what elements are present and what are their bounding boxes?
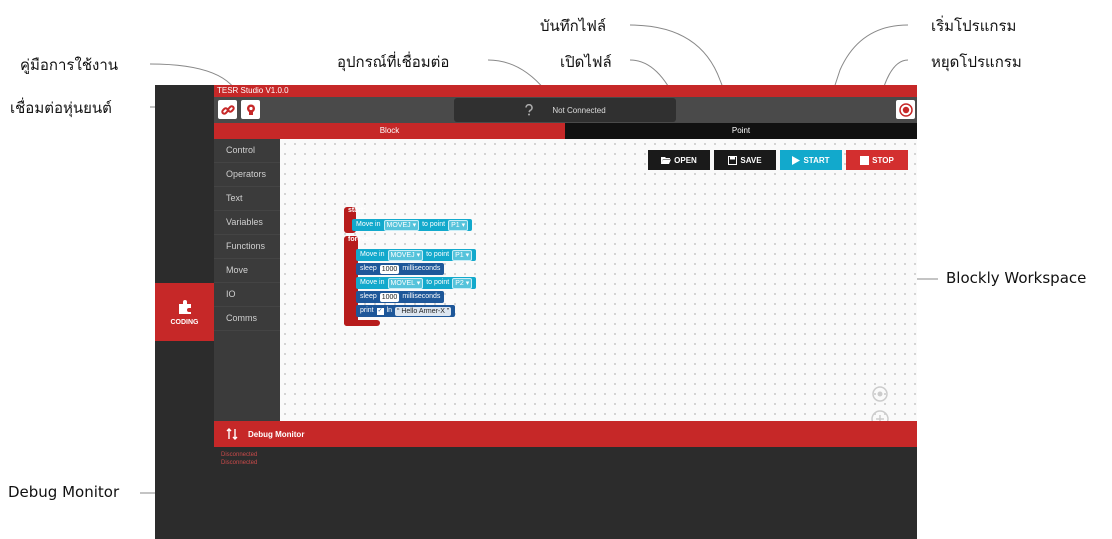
record-icon [898,102,913,117]
app-title: TESR Studio V1.0.0 [214,85,917,97]
annotation-connect-robot: เชื่อมต่อหุ่นยนต์ [10,99,112,117]
top-toolbar: Not Connected [214,97,917,123]
coding-tab[interactable]: CODING [155,283,214,341]
start-button[interactable]: START [780,150,842,170]
annotation-blockly-workspace: Blockly Workspace [946,269,1087,287]
move-type-dropdown[interactable]: MOVEJ ▾ [387,249,424,261]
blockly-workspace[interactable]: OPEN SAVE START STOP start: Move in MOVE… [280,139,917,423]
move-type-dropdown[interactable]: MOVEJ ▾ [383,219,420,231]
puzzle-icon [178,299,191,314]
annotation-stop-program: หยุดโปรแกรม [931,53,1022,71]
forever-block-label: forever: [348,236,375,243]
forever-block-footer [344,320,380,326]
toolbox-io[interactable]: IO [214,283,280,307]
toolbox-move[interactable]: Move [214,259,280,283]
editor-tabs: Block Point [214,123,917,139]
toolbox-comms[interactable]: Comms [214,307,280,331]
move-type-dropdown[interactable]: MOVEL ▾ [387,277,424,289]
toolbox-operators[interactable]: Operators [214,163,280,187]
print-text-value[interactable]: “ Hello Armer-X ” [395,306,452,316]
link-icon [220,104,235,115]
checkbox-icon[interactable]: ✓ [376,307,384,315]
move-block-2[interactable]: Move in MOVEJ ▾ to point P1 ▾ [356,249,477,261]
start-block-label: start: [348,207,366,214]
connected-device-display: Not Connected [454,98,676,122]
recenter-icon[interactable] [870,384,890,404]
tab-point[interactable]: Point [565,123,917,139]
annotation-save-file: บันทึกไฟล์ [540,17,607,35]
sleep-block-2[interactable]: sleep 1000 milliseconds [356,291,445,303]
point-dropdown[interactable]: P2 ▾ [452,277,473,289]
manual-button[interactable] [241,100,260,119]
left-sidebar: CODING [155,85,214,539]
annotation-debug-monitor: Debug Monitor [8,483,120,501]
toolbox-functions[interactable]: Functions [214,235,280,259]
app-window: CODING TESR Studio V1.0.0 Not Connected … [155,85,917,539]
stop-button[interactable]: STOP [846,150,908,170]
stop-icon [860,155,870,165]
play-icon [792,155,801,165]
point-dropdown[interactable]: P1 ▾ [448,219,469,231]
sleep-value[interactable]: 1000 [379,292,400,302]
debug-line: Disconnected [221,460,258,466]
blockly-toolbox: Control Operators Text Variables Functio… [214,139,280,421]
sleep-block-1[interactable]: sleep 1000 milliseconds [356,263,445,275]
connect-robot-button[interactable] [218,100,237,119]
connection-status: Not Connected [552,105,606,115]
annotation-start-program: เริ่มโปรแกรม [931,17,1017,35]
print-block[interactable]: print ✓ ln “ Hello Armer-X ” [356,305,456,317]
debug-monitor-header[interactable]: Debug Monitor [214,421,917,447]
folder-open-icon [661,157,672,164]
tab-block[interactable]: Block [214,123,565,139]
question-icon [525,104,534,116]
annotation-open-file: เปิดไฟล์ [560,53,612,71]
record-button[interactable] [896,100,915,119]
point-dropdown[interactable]: P1 ▾ [452,249,473,261]
annotation-manual: คู่มือการใช้งาน [20,56,118,74]
debug-line: Disconnected [221,452,258,458]
sort-arrows-icon [226,428,238,440]
save-icon [728,155,738,165]
open-button[interactable]: OPEN [648,150,710,170]
debug-monitor-panel: Disconnected Disconnected [214,447,917,539]
move-block-3[interactable]: Move in MOVEL ▾ to point P2 ▾ [356,277,477,289]
debug-monitor-title: Debug Monitor [248,429,305,439]
annotation-connected-device: อุปกรณ์ที่เชื่อมต่อ [337,53,450,71]
save-button[interactable]: SAVE [714,150,776,170]
lightbulb-icon [246,104,255,115]
move-block-1[interactable]: Move in MOVEJ ▾ to point P1 ▾ [352,219,473,231]
coding-tab-label: CODING [170,318,199,326]
sleep-value[interactable]: 1000 [379,264,400,274]
toolbox-text[interactable]: Text [214,187,280,211]
toolbox-variables[interactable]: Variables [214,211,280,235]
toolbox-control[interactable]: Control [214,139,280,163]
